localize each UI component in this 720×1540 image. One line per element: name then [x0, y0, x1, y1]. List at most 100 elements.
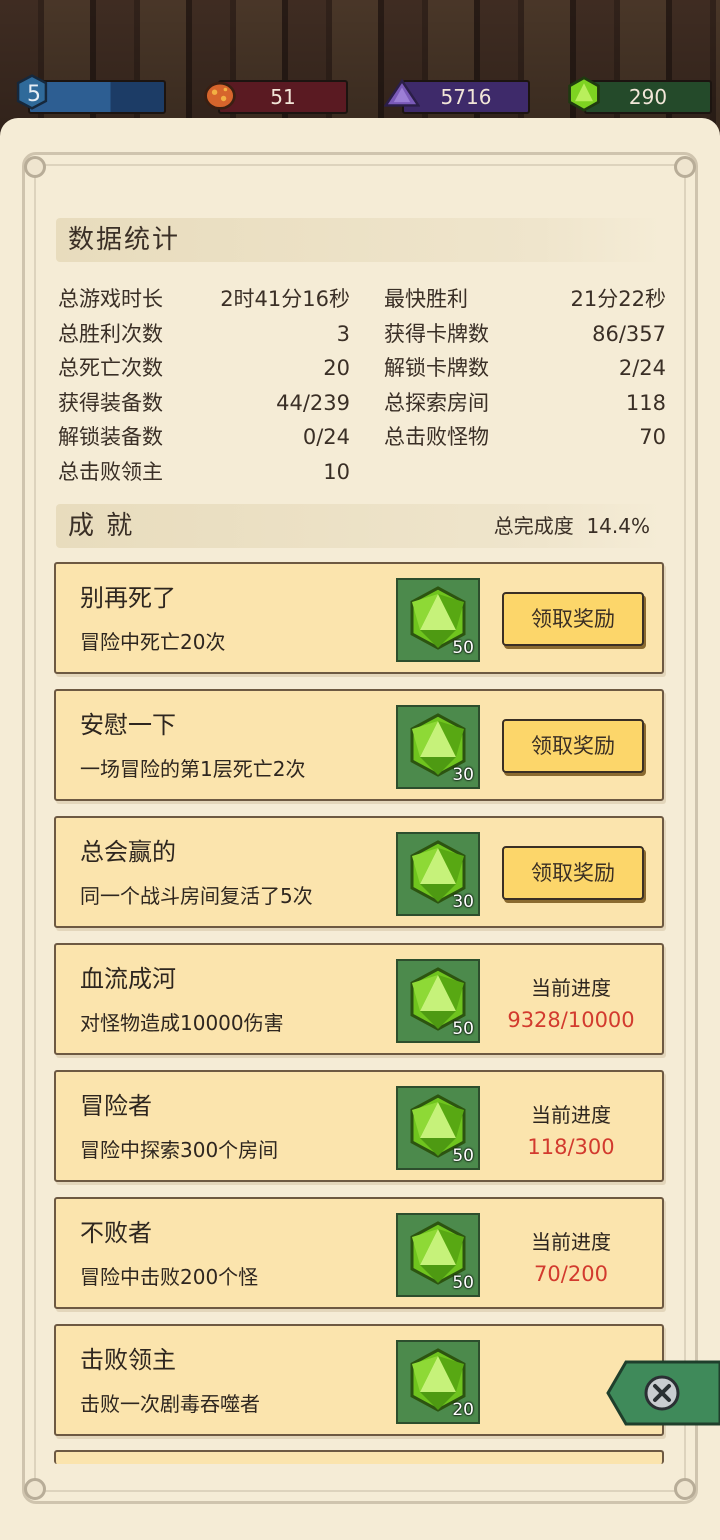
level-value: 5 [27, 82, 41, 107]
progress-value: 9328/10000 [507, 1008, 635, 1032]
stat-label: 总胜利次数 [58, 322, 163, 346]
reward-gem-slot: 30 [396, 705, 480, 789]
stat-value: 0/24 [302, 425, 350, 449]
stat-label: 获得装备数 [58, 391, 163, 415]
stat-label: 总死亡次数 [58, 356, 163, 380]
green-resource-bar: 290 [584, 80, 712, 114]
achievement-name: 冒险者 [80, 1092, 152, 1120]
achievement-name: 总会赢的 [80, 838, 176, 866]
stat-label: 最快胜利 [384, 287, 468, 311]
stat-label: 总游戏时长 [58, 287, 163, 311]
stats-section-header: 数据统计 [56, 218, 662, 262]
stat-value: 3 [336, 322, 350, 346]
stat-row: 总胜利次数 3 [58, 317, 350, 351]
reward-gem-slot: 50 [396, 578, 480, 662]
achievement-desc: 对怪物造成10000伤害 [80, 1011, 284, 1035]
stat-value: 20 [323, 356, 350, 380]
achievement-desc: 冒险中击败200个怪 [80, 1265, 259, 1289]
stat-row: 总探索房间 118 [384, 386, 666, 420]
stat-label: 解锁装备数 [58, 425, 163, 449]
stat-row: 总击败领主 10 [58, 455, 350, 489]
achievement-name: 别再死了 [80, 584, 176, 612]
stat-row: 总游戏时长 2时41分16秒 [58, 282, 350, 316]
reward-quantity: 50 [452, 1273, 474, 1293]
stat-label: 总击败怪物 [384, 425, 489, 449]
reward-quantity: 50 [452, 1146, 474, 1166]
stat-row: 最快胜利 21分22秒 [384, 282, 666, 316]
stat-value: 118 [625, 391, 666, 415]
achievements-section-header: 成 就 总完成度 14.4% [56, 504, 662, 548]
progress-block: 当前进度 70/200 [496, 1227, 646, 1291]
progress-label: 当前进度 [531, 976, 611, 1000]
stats-title: 数据统计 [68, 225, 181, 255]
purple-resource-bar: 5716 [402, 80, 530, 114]
corner-ornament-icon [24, 156, 46, 178]
achievement-desc: 一场冒险的第1层死亡2次 [80, 757, 306, 781]
corner-ornament-icon [674, 1478, 696, 1500]
stat-value: 2时41分16秒 [220, 287, 350, 311]
progress-block: 当前进度 118/300 [496, 1100, 646, 1164]
stat-row: 获得卡牌数 86/357 [384, 317, 666, 351]
corner-ornament-icon [24, 1478, 46, 1500]
stat-row: 总死亡次数 20 [58, 351, 350, 385]
stat-row: 总击败怪物 70 [384, 420, 666, 454]
achievement-name: 安慰一下 [80, 711, 176, 739]
achievement-desc: 同一个战斗房间复活了5次 [80, 884, 313, 908]
achievement-desc: 击败一次剧毒吞噬者 [80, 1392, 260, 1416]
achievements-title: 成 就 [68, 511, 135, 541]
stat-label: 总击败领主 [58, 460, 163, 484]
achievement-card: 安慰一下一场冒险的第1层死亡2次 30 领取奖励 [54, 689, 664, 801]
progress-block: 当前进度 9328/10000 [496, 973, 646, 1037]
achievement-card: 击败领主击败一次剧毒吞噬者 20 [54, 1324, 664, 1436]
reward-quantity: 50 [452, 1019, 474, 1039]
stat-label: 解锁卡牌数 [384, 356, 489, 380]
progress-label: 当前进度 [531, 1230, 611, 1254]
progress-value: 118/300 [527, 1135, 615, 1159]
achievement-card-partial [54, 1450, 664, 1464]
purple-resource-value: 5716 [440, 85, 492, 109]
close-tab-icon [606, 1360, 720, 1426]
stat-row: 获得装备数 44/239 [58, 386, 350, 420]
stat-row: 解锁装备数 0/24 [58, 420, 350, 454]
green-gem-icon [568, 76, 600, 112]
purple-crystal-icon [384, 78, 420, 107]
stat-label: 总探索房间 [384, 391, 489, 415]
claim-reward-button[interactable]: 领取奖励 [502, 719, 644, 773]
achievement-card: 别再死了冒险中死亡20次 50 领取奖励 [54, 562, 664, 674]
claim-reward-button[interactable]: 领取奖励 [502, 846, 644, 900]
stat-value: 70 [639, 425, 666, 449]
achievement-card: 不败者冒险中击败200个怪 50 当前进度 70/200 [54, 1197, 664, 1309]
stat-value: 21分22秒 [570, 287, 666, 311]
reward-quantity: 30 [452, 765, 474, 785]
claim-reward-button[interactable]: 领取奖励 [502, 592, 644, 646]
reward-quantity: 50 [452, 638, 474, 658]
stat-value: 44/239 [276, 391, 350, 415]
stat-label: 获得卡牌数 [384, 322, 489, 346]
stat-row: 解锁卡牌数 2/24 [384, 351, 666, 385]
close-button[interactable] [606, 1360, 720, 1426]
achievement-card: 总会赢的同一个战斗房间复活了5次 30 领取奖励 [54, 816, 664, 928]
achievement-name: 击败领主 [80, 1346, 176, 1374]
reward-gem-slot: 50 [396, 959, 480, 1043]
reward-gem-slot: 30 [396, 832, 480, 916]
achievement-desc: 冒险中死亡20次 [80, 630, 226, 654]
achievement-desc: 冒险中探索300个房间 [80, 1138, 279, 1162]
achievement-card: 血流成河对怪物造成10000伤害 50 当前进度 9328/10000 [54, 943, 664, 1055]
completion-label: 总完成度 [493, 514, 574, 538]
achievement-name: 不败者 [80, 1219, 152, 1247]
completion-summary: 总完成度 14.4% [494, 504, 650, 548]
achievement-name: 血流成河 [80, 965, 176, 993]
reward-quantity: 30 [452, 892, 474, 912]
completion-value: 14.4% [586, 514, 650, 538]
meat-icon [204, 81, 236, 110]
reward-gem-slot: 20 [396, 1340, 480, 1424]
reward-gem-slot: 50 [396, 1086, 480, 1170]
stat-value: 86/357 [592, 322, 666, 346]
green-resource-value: 290 [628, 85, 668, 109]
progress-label: 当前进度 [531, 1103, 611, 1127]
progress-value: 70/200 [534, 1262, 608, 1286]
achievement-card: 冒险者冒险中探索300个房间 50 当前进度 118/300 [54, 1070, 664, 1182]
stat-value: 10 [323, 460, 350, 484]
stat-value: 2/24 [618, 356, 666, 380]
reward-quantity: 20 [452, 1400, 474, 1420]
